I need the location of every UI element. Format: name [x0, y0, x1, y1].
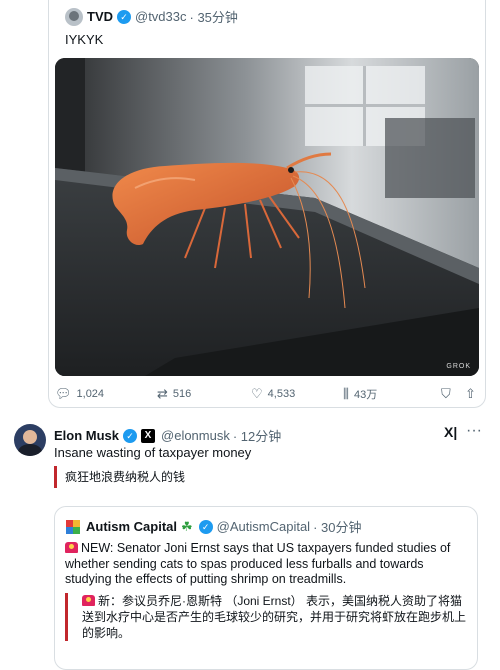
translation-text: 疯狂地浪费纳税人的钱	[54, 466, 185, 488]
siren-icon	[65, 542, 78, 553]
avatar[interactable]	[65, 7, 83, 26]
like-count: 4,533	[267, 388, 296, 400]
like-button[interactable]: ♡ 4,533	[251, 386, 295, 402]
bookmark-button[interactable]: ⛉	[441, 386, 456, 402]
tweet-elonmusk[interactable]: Elon Musk ✓ X @elonmusk · 12分钟 X| ··· In…	[0, 418, 500, 670]
view-count: 43万	[353, 389, 378, 401]
quote-header: Autism Capital ☘ ✓ @AutismCapital · 30分钟	[65, 517, 361, 536]
tweet-time[interactable]: · 12分钟	[233, 426, 281, 445]
image-watermark: GROK	[446, 363, 471, 370]
tweet-header: Elon Musk ✓ X @elonmusk · 12分钟	[54, 426, 281, 445]
reply-count: 1,024	[76, 388, 105, 400]
tweet-image[interactable]: GROK	[55, 58, 479, 376]
bar-chart-icon: ⫼	[343, 386, 349, 401]
quote-translation: 新：参议员乔尼·恩斯特 （Joni Ernst） 表示，美国纳税人资助了将猫送到…	[82, 594, 467, 640]
tweet-tvd[interactable]: TVD ✓ @tvd33c · 35分钟 IYKYK GROK 💬︎ 1,024…	[48, 0, 486, 408]
repost-button[interactable]: ⇄ 516	[157, 386, 191, 402]
author-name[interactable]: Elon Musk	[54, 428, 119, 443]
clover-icon: ☘	[181, 518, 193, 534]
puzzle-logo-icon	[66, 519, 80, 534]
quote-author-name[interactable]: Autism Capital	[86, 519, 177, 534]
grok-button[interactable]: X|	[444, 424, 457, 440]
tweet-time[interactable]: · 35分钟	[190, 7, 238, 26]
reply-button[interactable]: 💬︎ 1,024	[55, 386, 104, 402]
share-icon: ⇧	[465, 386, 476, 401]
reply-icon: 💬︎	[55, 386, 72, 401]
x-affiliate-icon: X	[141, 428, 156, 443]
verified-badge-icon: ✓	[123, 428, 138, 443]
tweet-text: Insane wasting of taxpayer money	[54, 445, 252, 460]
verified-badge-icon: ✓	[117, 9, 131, 24]
quote-time[interactable]: · 30分钟	[313, 517, 361, 536]
verified-badge-icon: ✓	[198, 519, 213, 534]
author-handle[interactable]: @tvd33c	[135, 9, 187, 24]
views-button[interactable]: ⫼ 43万	[343, 386, 377, 402]
share-button[interactable]: ⇧	[465, 386, 481, 402]
siren-icon	[82, 595, 95, 606]
repost-icon: ⇄	[157, 386, 168, 401]
tweet-header: TVD ✓ @tvd33c · 35分钟	[65, 7, 238, 26]
tweet-text: IYKYK	[65, 32, 104, 47]
bookmark-icon: ⛉	[441, 386, 451, 401]
repost-count: 516	[172, 388, 192, 400]
quote-text-block: NEW: Senator Joni Ernst says that US tax…	[65, 541, 469, 588]
avatar[interactable]	[14, 424, 46, 456]
more-options-button[interactable]: ···	[466, 422, 482, 440]
author-name[interactable]: TVD	[87, 9, 113, 24]
quoted-tweet[interactable]: Autism Capital ☘ ✓ @AutismCapital · 30分钟…	[54, 506, 478, 670]
shrimp-on-treadmill-image	[55, 58, 479, 376]
heart-icon: ♡	[251, 386, 263, 401]
author-handle[interactable]: @elonmusk	[161, 428, 230, 443]
quote-text: NEW: Senator Joni Ernst says that US tax…	[65, 541, 451, 586]
quote-author-handle[interactable]: @AutismCapital	[217, 519, 310, 534]
quote-translation-block: 新：参议员乔尼·恩斯特 （Joni Ernst） 表示，美国纳税人资助了将猫送到…	[65, 593, 469, 641]
